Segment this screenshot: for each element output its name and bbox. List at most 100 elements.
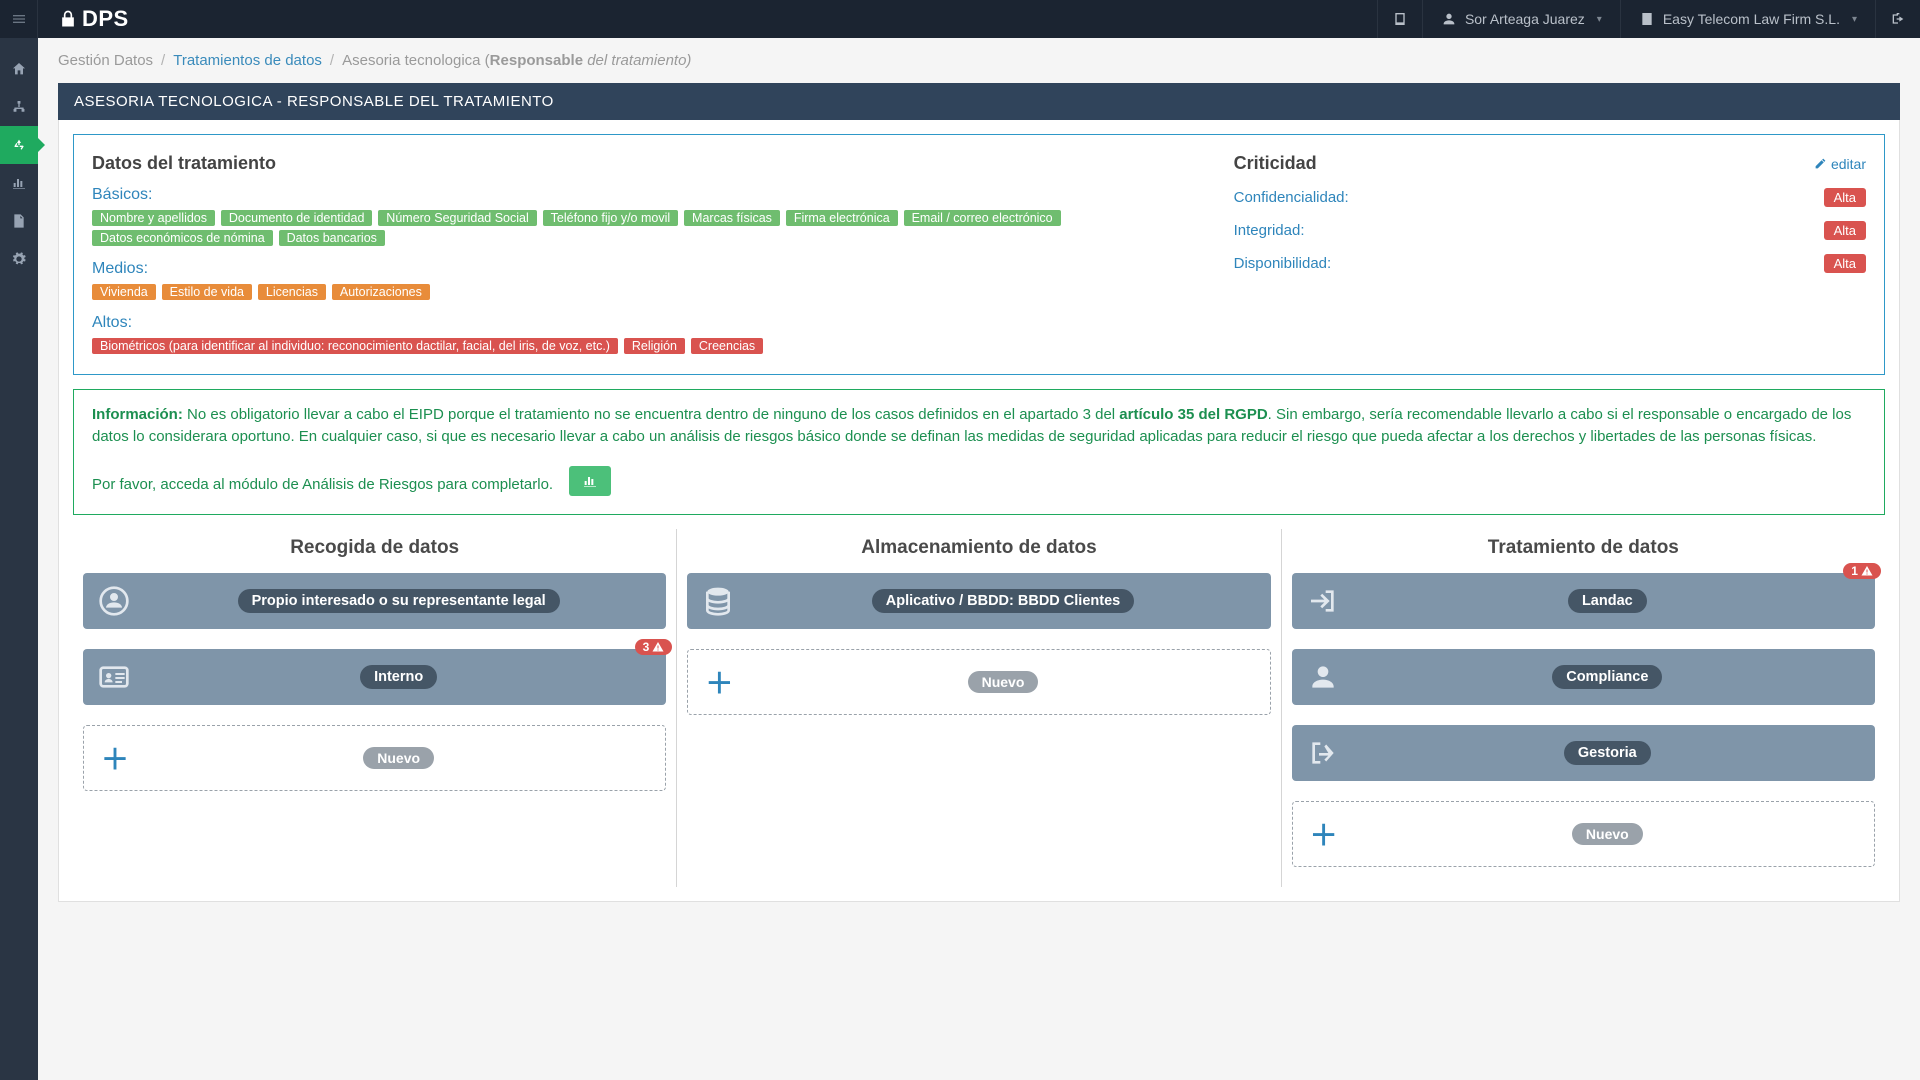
tratamiento-card-compliance[interactable]: Compliance	[1292, 649, 1875, 705]
user-name: Sor Arteaga Juarez	[1465, 11, 1585, 27]
info-alert: Información: No es obligatorio llevar a …	[73, 389, 1885, 515]
gears-icon	[11, 251, 27, 267]
tratamiento-card-gestoria[interactable]: Gestoria	[1292, 725, 1875, 781]
tag-altos: Biométricos (para identificar al individ…	[92, 338, 618, 354]
pencil-icon	[1814, 157, 1827, 170]
crit-conf-label: Confidencialidad:	[1234, 189, 1349, 206]
tratamiento-new-button[interactable]: ＋ Nuevo	[1292, 801, 1875, 867]
database-icon	[702, 585, 734, 617]
breadcrumb: Gestión Datos / Tratamientos de datos / …	[38, 38, 1920, 83]
tag-basicos: Firma electrónica	[786, 210, 898, 226]
warn-badge: 3	[635, 639, 673, 655]
edit-criticidad-button[interactable]: editar	[1814, 156, 1866, 172]
treatment-panel: Datos del tratamiento Básicos: Nombre y …	[73, 134, 1885, 375]
almacen-new-button[interactable]: ＋ Nuevo	[687, 649, 1270, 715]
nav-documents[interactable]	[0, 202, 38, 240]
tablet-mode-button[interactable]	[1377, 0, 1422, 38]
warning-icon	[652, 641, 664, 653]
recogida-new-button[interactable]: ＋ Nuevo	[83, 725, 666, 791]
hamburger-icon	[11, 11, 27, 27]
column-almacen: Almacenamiento de datos Aplicativo / BBD…	[676, 529, 1280, 887]
criticidad-heading: Criticidad	[1234, 153, 1317, 174]
tag-basicos: Email / correo electrónico	[904, 210, 1061, 226]
chevron-down-icon: ▾	[1597, 14, 1602, 25]
tratamiento-card-landac[interactable]: 1 Landac	[1292, 573, 1875, 629]
group-medios-label: Medios:	[92, 260, 1210, 278]
group-altos: Biométricos (para identificar al individ…	[92, 336, 1210, 356]
group-basicos-label: Básicos:	[92, 186, 1210, 204]
group-basicos: Nombre y apellidos Documento de identida…	[92, 208, 1210, 248]
recycle-icon	[11, 137, 27, 153]
user-icon	[1441, 11, 1457, 27]
nav-analytics[interactable]	[0, 164, 38, 202]
lock-icon	[58, 9, 78, 29]
warn-badge: 1	[1843, 563, 1881, 579]
nav-org[interactable]	[0, 88, 38, 126]
almacen-card-bbdd[interactable]: Aplicativo / BBDD: BBDD Clientes	[687, 573, 1270, 629]
logo-text: DPS	[82, 6, 129, 32]
user-icon	[1307, 661, 1339, 693]
group-altos-label: Altos:	[92, 314, 1210, 332]
logout-icon	[1307, 737, 1339, 769]
sitemap-icon	[11, 99, 27, 115]
tag-basicos: Nombre y apellidos	[92, 210, 215, 226]
crit-disp-label: Disponibilidad:	[1234, 255, 1332, 272]
tablet-icon	[1392, 11, 1408, 27]
warning-icon	[1861, 565, 1873, 577]
tag-basicos: Marcas físicas	[684, 210, 780, 226]
rgpd-link[interactable]: artículo 35 del RGPD	[1119, 406, 1267, 423]
crit-disp-value: Alta	[1824, 254, 1866, 273]
main-content: Gestión Datos / Tratamientos de datos / …	[38, 38, 1920, 1080]
col-title-tratamiento: Tratamiento de datos	[1292, 529, 1875, 573]
sidebar	[0, 38, 38, 1080]
col-title-recogida: Recogida de datos	[83, 529, 666, 573]
app-logo[interactable]: DPS	[38, 6, 149, 32]
recogida-card-interno[interactable]: 3 Interno	[83, 649, 666, 705]
tag-basicos: Teléfono fijo y/o movil	[543, 210, 679, 226]
nav-home[interactable]	[0, 50, 38, 88]
tag-basicos: Documento de identidad	[221, 210, 373, 226]
treatment-heading: Datos del tratamiento	[92, 153, 1210, 174]
bar-chart-icon	[11, 175, 27, 191]
home-icon	[11, 61, 27, 77]
logout-icon	[1890, 11, 1906, 27]
plus-icon: ＋	[88, 738, 142, 778]
menu-toggle-button[interactable]	[0, 0, 38, 38]
plus-icon: ＋	[692, 662, 746, 702]
data-columns: Recogida de datos Propio interesado o su…	[73, 529, 1885, 887]
building-icon	[1639, 11, 1655, 27]
user-menu[interactable]: Sor Arteaga Juarez ▾	[1422, 0, 1620, 38]
tag-medios: Licencias	[258, 284, 326, 300]
topbar: DPS Sor Arteaga Juarez ▾ Easy Telecom La…	[0, 0, 1920, 38]
breadcrumb-root: Gestión Datos	[58, 52, 153, 69]
login-icon	[1307, 585, 1339, 617]
org-name: Easy Telecom Law Firm S.L.	[1663, 11, 1840, 27]
nav-recycle[interactable]	[0, 126, 38, 164]
tag-altos: Creencias	[691, 338, 763, 354]
crit-conf-value: Alta	[1824, 188, 1866, 207]
crit-int-label: Integridad:	[1234, 222, 1305, 239]
page-title: ASESORIA TECNOLOGICA - RESPONSABLE DEL T…	[58, 83, 1900, 120]
id-card-icon	[98, 661, 130, 693]
bar-chart-icon	[582, 473, 598, 489]
column-recogida: Recogida de datos Propio interesado o su…	[73, 529, 676, 887]
recogida-card-interesado[interactable]: Propio interesado o su representante leg…	[83, 573, 666, 629]
org-menu[interactable]: Easy Telecom Law Firm S.L. ▾	[1620, 0, 1875, 38]
nav-settings[interactable]	[0, 240, 38, 278]
tag-altos: Religión	[624, 338, 685, 354]
tag-medios: Estilo de vida	[162, 284, 252, 300]
crit-int-value: Alta	[1824, 221, 1866, 240]
chevron-down-icon: ▾	[1852, 14, 1857, 25]
tag-basicos: Datos económicos de nómina	[92, 230, 273, 246]
column-tratamiento: Tratamiento de datos 1 Landac Compliance	[1281, 529, 1885, 887]
tag-basicos: Datos bancarios	[279, 230, 385, 246]
tag-medios: Autorizaciones	[332, 284, 430, 300]
breadcrumb-current: Asesoria tecnologica (Responsable del tr…	[342, 52, 691, 69]
tag-medios: Vivienda	[92, 284, 156, 300]
breadcrumb-link[interactable]: Tratamientos de datos	[173, 52, 322, 69]
tag-basicos: Número Seguridad Social	[378, 210, 536, 226]
plus-icon: ＋	[1297, 814, 1351, 854]
risk-analysis-button[interactable]	[569, 466, 611, 496]
user-circle-icon	[98, 585, 130, 617]
logout-button[interactable]	[1875, 0, 1920, 38]
